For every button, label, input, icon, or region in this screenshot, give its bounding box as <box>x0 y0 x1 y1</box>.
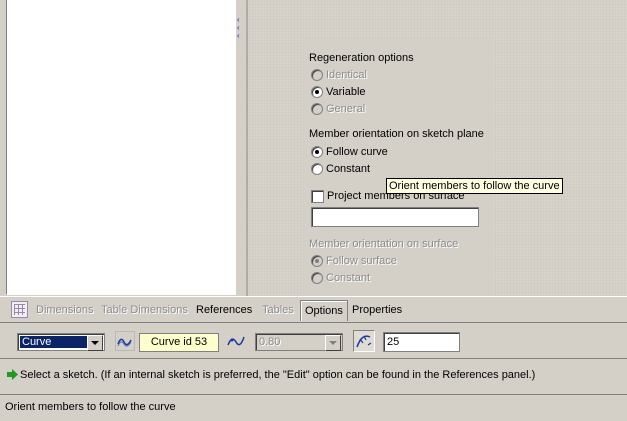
radio-button[interactable] <box>311 255 323 267</box>
type-select-value: Curve <box>20 336 88 348</box>
collapse-arrow-icon[interactable]: ‹ <box>237 32 240 40</box>
radio-label: Follow curve <box>326 146 388 158</box>
radio-button[interactable] <box>311 86 323 98</box>
dashboard-controls: Curve Curve id 53 0.80 25 <box>0 322 627 359</box>
model-tree[interactable] <box>6 0 236 295</box>
tab-options[interactable]: Options <box>300 300 348 321</box>
prompt-message: Select a sketch. (If an internal sketch … <box>20 369 536 381</box>
tab-references[interactable]: References <box>196 301 252 319</box>
model-tree-panel <box>0 0 237 296</box>
surface-orientation-title: Member orientation on surface <box>309 238 459 250</box>
curve-collector-icon <box>115 331 135 351</box>
member-count-icon[interactable] <box>353 330 375 352</box>
sketch-grid-icon[interactable] <box>11 301 28 318</box>
radio-label: Identical <box>326 69 367 81</box>
curve-collector[interactable]: Curve id 53 <box>139 333 219 352</box>
status-text: Orient members to follow the curve <box>5 401 176 413</box>
project-surface-collector[interactable] <box>311 207 479 227</box>
tooltip: Orient members to follow the curve <box>386 178 563 194</box>
tab-tables[interactable]: Tables <box>262 301 294 319</box>
chevron-down-icon[interactable] <box>325 335 341 351</box>
radio-label: Constant <box>326 163 371 175</box>
radio-button[interactable] <box>311 103 323 115</box>
radio-label: Variable <box>326 86 366 98</box>
dashboard-tabbar: Dimensions Table Dimensions References T… <box>0 296 627 323</box>
regeneration-title: Regeneration options <box>309 52 414 64</box>
tab-table-dimensions[interactable]: Table Dimensions <box>101 301 188 319</box>
ratio-select[interactable]: 0.80 <box>255 333 343 351</box>
radio-button[interactable] <box>311 69 323 81</box>
message-area: Select a sketch. (If an internal sketch … <box>0 358 627 395</box>
options-panel: Regeneration options Identical Variable … <box>301 38 493 296</box>
curve-ratio-icon <box>226 331 246 351</box>
count-input[interactable]: 25 <box>383 332 460 352</box>
sash-divider[interactable] <box>246 0 248 296</box>
ratio-select-value: 0.80 <box>259 336 281 348</box>
status-bar: Orient members to follow the curve <box>0 394 627 421</box>
checkbox[interactable] <box>311 190 324 203</box>
arrow-right-icon <box>7 369 18 383</box>
type-select[interactable]: Curve <box>17 333 105 351</box>
radio-button[interactable] <box>311 272 323 284</box>
radio-label: Follow surface <box>326 255 397 267</box>
radio-label: Constant <box>326 272 371 284</box>
radio-button[interactable] <box>311 146 323 158</box>
radio-label: General <box>326 103 366 115</box>
tab-properties[interactable]: Properties <box>352 301 402 319</box>
radio-button[interactable] <box>311 163 323 175</box>
tree-collapse-strip[interactable]: ‹ ‹ ‹ <box>237 0 245 296</box>
sketch-orientation-title: Member orientation on sketch plane <box>309 128 484 140</box>
chevron-down-icon[interactable] <box>87 335 103 351</box>
tab-dimensions[interactable]: Dimensions <box>36 301 93 319</box>
